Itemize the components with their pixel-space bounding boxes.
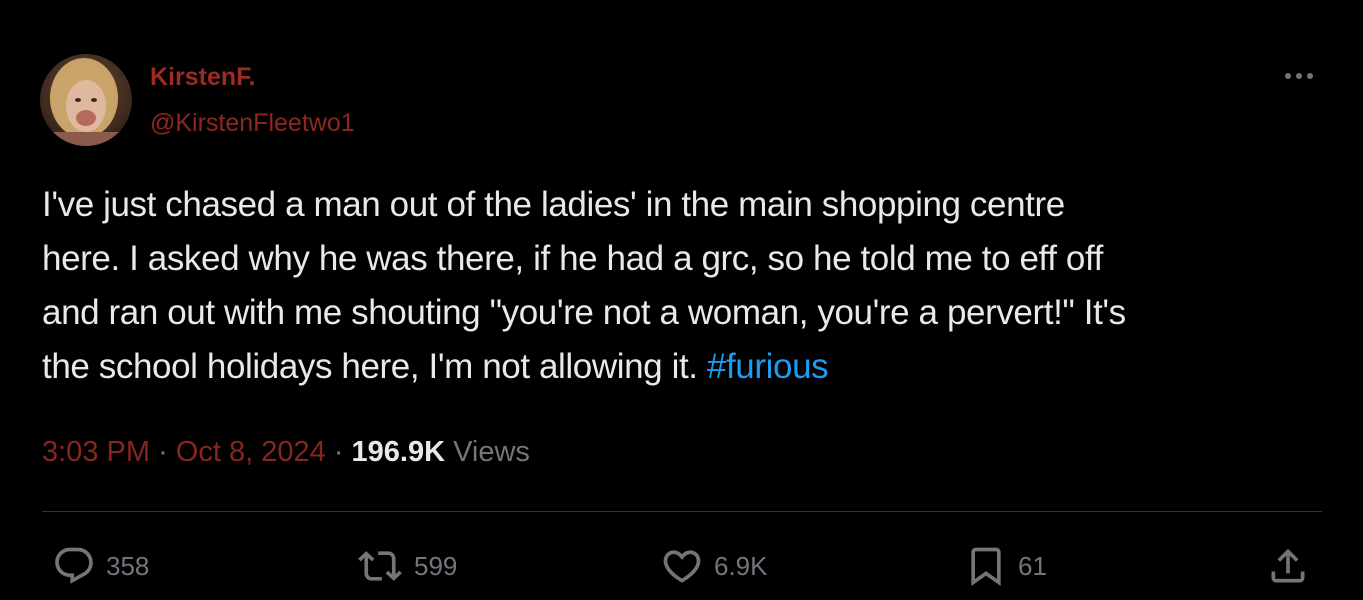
author-display-name[interactable]: KirstenF.: [150, 62, 256, 92]
reply-count: 358: [106, 551, 150, 581]
tweet-text: I've just chased a man out of the ladies…: [42, 178, 1332, 394]
avatar-photo: [40, 54, 132, 146]
like-button[interactable]: 6.9K: [660, 544, 768, 588]
repost-button[interactable]: 599: [356, 544, 457, 588]
like-count: 6.9K: [714, 551, 768, 581]
tweet-text-line: I've just chased a man out of the ladies…: [42, 185, 1065, 224]
bookmark-count: 61: [1018, 551, 1047, 581]
avatar[interactable]: [40, 54, 132, 146]
share-icon: [1271, 548, 1305, 583]
tweet-date[interactable]: Oct 8, 2024: [176, 436, 326, 468]
repost-count: 599: [414, 551, 458, 581]
divider: [42, 511, 1322, 512]
tweet: KirstenF. @KirstenFleetwo1 I've just cha…: [0, 0, 1363, 600]
meta-separator: ·: [333, 436, 352, 468]
repost-icon: [358, 551, 402, 581]
bookmark-button[interactable]: 61: [964, 544, 1047, 588]
more-horizontal-icon: [1285, 73, 1313, 79]
share-button[interactable]: [1266, 544, 1310, 588]
tweet-text-line-last: the school holidays here, I'm not allowi…: [42, 340, 1332, 394]
tweet-text-line: here. I asked why he was there, if he ha…: [42, 239, 1103, 278]
tweet-meta: 3:03 PM · Oct 8, 2024 · 196.9K Views: [42, 434, 530, 470]
tweet-time[interactable]: 3:03 PM: [42, 436, 150, 468]
reply-button[interactable]: 358: [52, 544, 149, 588]
tweet-text-line: and ran out with me shouting "you're not…: [42, 293, 1126, 332]
meta-separator: ·: [158, 436, 176, 468]
more-options-button[interactable]: [1280, 62, 1320, 90]
tweet-text-fragment: the school holidays here, I'm not allowi…: [42, 347, 707, 386]
views-label: Views: [453, 436, 530, 468]
heart-icon: [663, 550, 701, 583]
views-count: 196.9K: [351, 436, 446, 468]
reply-icon: [55, 547, 93, 584]
bookmark-icon: [971, 547, 1001, 587]
hashtag-link[interactable]: #furious: [707, 347, 829, 386]
author-handle[interactable]: @KirstenFleetwo1: [150, 108, 355, 138]
